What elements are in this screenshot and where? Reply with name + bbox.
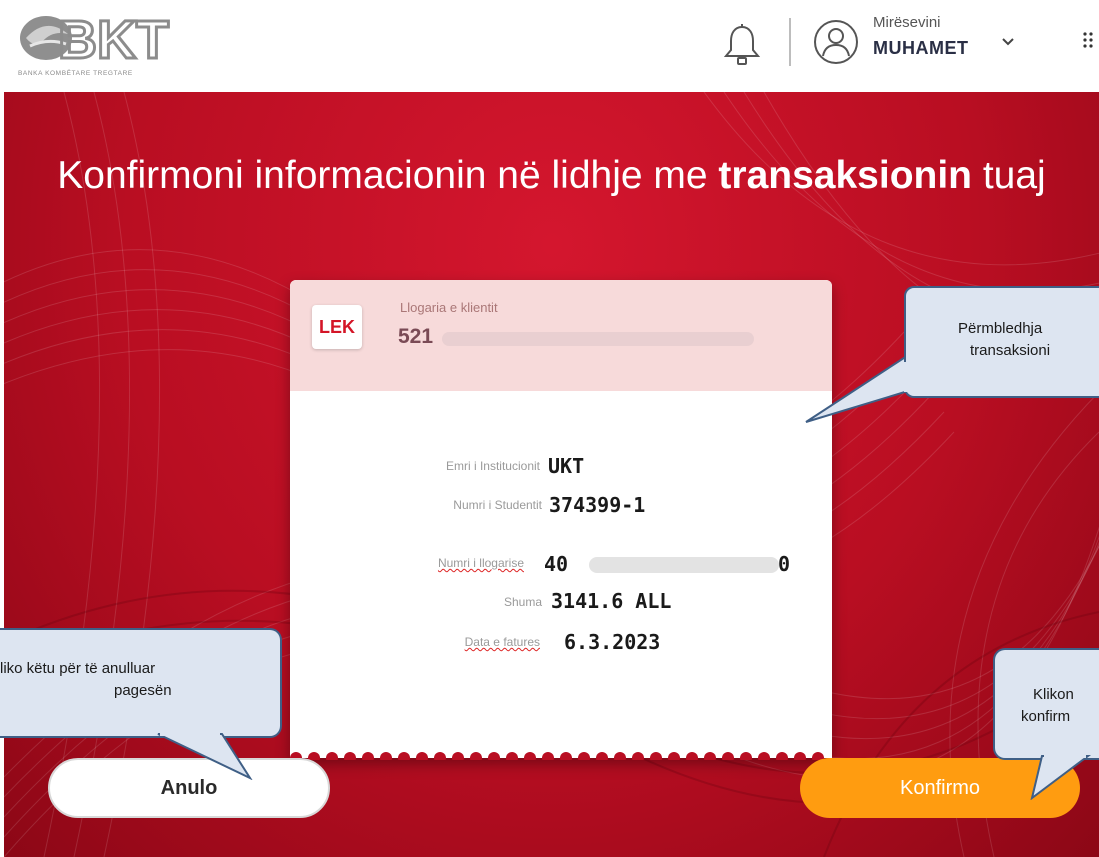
amount-label: Shuma xyxy=(503,595,542,609)
field-row: Numri i llogarise xyxy=(350,550,524,576)
cancel-callout: liko këtu për të anulluar pagesën xyxy=(0,628,282,738)
summary-callout-mask xyxy=(904,362,912,392)
amount-value: 3141.6 ALL xyxy=(551,589,672,613)
summary-callout: Përmbledhja transaksioni xyxy=(904,286,1099,398)
greeting-text: Mirësevini xyxy=(873,14,941,31)
field-row: Shuma xyxy=(350,589,542,615)
confirm-callout: Klikon konfirm xyxy=(993,648,1099,760)
currency-badge: LEK xyxy=(312,305,362,349)
bkt-logo-mark: BKT xyxy=(20,9,170,72)
institution-label: Emri i Institucionit xyxy=(445,459,540,473)
logo-caption: BANKA KOMBËTARE TREGTARE xyxy=(18,70,133,77)
title-suffix: tuaj xyxy=(972,154,1046,197)
account-number: 521 xyxy=(398,325,434,348)
cancel-callout-line1: liko këtu për të anulluar xyxy=(0,660,156,677)
field-row: Emri i Institucionit xyxy=(350,453,540,479)
title-prefix: Konfirmoni informacionin në lidhje me xyxy=(57,154,719,197)
confirm-callout-line2: konfirm xyxy=(1021,708,1071,725)
title-bold: transaksionin xyxy=(718,154,972,197)
invoice-date-value: 6.3.2023 xyxy=(564,630,661,654)
cancel-callout-line2: pagesën xyxy=(114,682,172,699)
account-number-label: Numri i llogarise xyxy=(437,556,524,570)
username-text[interactable]: MUHAMET xyxy=(873,38,969,59)
account-header: LEK Llogaria e klientit 521 xyxy=(290,280,832,391)
redacted-account-digits xyxy=(442,332,754,346)
institution-value: UKT xyxy=(548,454,585,478)
receipt-edge xyxy=(290,752,824,760)
field-row: Numri i Studentit xyxy=(350,492,542,518)
summary-callout-line2: transaksioni xyxy=(970,342,1051,359)
invoice-date-label: Data e fatures xyxy=(464,635,540,649)
bkt-logo[interactable]: BKT BANKA KOMBËTARE TREGTARE xyxy=(16,8,176,82)
confirm-callout-pointer xyxy=(1030,754,1091,800)
payee-account-start: 40 xyxy=(544,552,569,576)
redacted-payee-account xyxy=(589,557,779,573)
grid-menu-icon[interactable] xyxy=(1082,30,1096,50)
chevron-down-icon[interactable] xyxy=(1000,36,1016,48)
account-label: Llogaria e klientit xyxy=(400,300,498,315)
student-number-label: Numri i Studentit xyxy=(453,498,542,512)
bell-icon[interactable] xyxy=(722,22,762,68)
svg-text:BKT: BKT xyxy=(58,10,169,68)
cancel-callout-pointer xyxy=(157,732,253,780)
user-avatar-icon[interactable] xyxy=(812,18,860,66)
top-header: BKT BANKA KOMBËTARE TREGTARE Mirësevini … xyxy=(0,0,1099,88)
transaction-summary-card: LEK Llogaria e klientit 521 Emri i Insti… xyxy=(290,280,832,760)
header-divider xyxy=(789,18,791,66)
student-number-value: 374399-1 xyxy=(549,493,646,517)
payee-account-end: 0 xyxy=(778,552,791,576)
field-row: Data e fatures xyxy=(350,629,540,655)
page-title: Konfirmoni informacionin në lidhje me tr… xyxy=(4,154,1099,198)
summary-callout-line1: Përmbledhja xyxy=(958,320,1043,337)
confirm-callout-line1: Klikon xyxy=(1033,686,1074,703)
